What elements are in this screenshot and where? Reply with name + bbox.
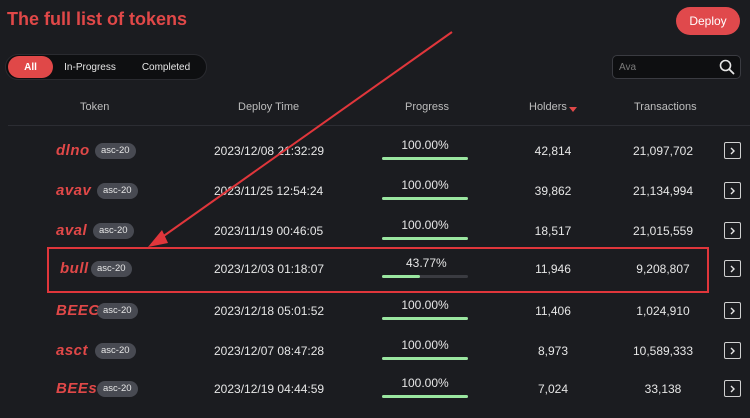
- table-row[interactable]: BEEG asc-20 2023/12/18 05:01:52 100.00% …: [0, 294, 750, 334]
- standard-badge: asc-20: [91, 261, 132, 277]
- holders-count: 42,814: [534, 144, 572, 158]
- transactions-count: 10,589,333: [632, 344, 694, 358]
- deploy-time: 2023/11/25 12:54:24: [214, 184, 324, 198]
- deploy-time: 2023/12/08 21:32:29: [214, 144, 325, 158]
- progress-bar: [382, 357, 468, 360]
- transactions-count: 33,138: [644, 382, 682, 396]
- standard-badge: asc-20: [93, 223, 134, 239]
- column-holders[interactable]: Holders: [529, 101, 567, 113]
- standard-badge: asc-20: [97, 381, 138, 397]
- token-name[interactable]: bull: [60, 260, 89, 277]
- progress-bar: [382, 237, 468, 240]
- token-name[interactable]: BEEG: [56, 302, 101, 319]
- standard-badge: asc-20: [97, 303, 138, 319]
- progress-text: 100.00%: [401, 376, 449, 390]
- progress-text: 100.00%: [401, 178, 449, 192]
- holders-count: 11,406: [535, 304, 571, 318]
- table-row[interactable]: aval asc-20 2023/11/19 00:46:05 100.00% …: [0, 214, 750, 254]
- table-row[interactable]: BEEs asc-20 2023/12/19 04:44:59 100.00% …: [0, 372, 750, 412]
- progress-bar: [382, 395, 468, 398]
- chevron-right-icon[interactable]: [724, 302, 741, 319]
- column-deploy-time[interactable]: Deploy Time: [238, 101, 299, 113]
- search-input[interactable]: [619, 59, 719, 76]
- progress-text: 100.00%: [401, 138, 449, 152]
- table-row[interactable]: dlno asc-20 2023/12/08 21:32:29 100.00% …: [0, 134, 750, 174]
- table-row[interactable]: bull asc-20 2023/12/03 01:18:07 43.77% 1…: [0, 252, 750, 292]
- table-row[interactable]: avav asc-20 2023/11/25 12:54:24 100.00% …: [0, 174, 750, 214]
- transactions-count: 21,015,559: [632, 224, 694, 238]
- standard-badge: asc-20: [95, 143, 136, 159]
- token-name[interactable]: dlno: [56, 142, 90, 159]
- search-box: [612, 55, 741, 79]
- filter-tabs: All In-Progress Completed: [5, 54, 207, 80]
- token-name[interactable]: BEEs: [56, 380, 97, 397]
- tab-in-progress[interactable]: In-Progress: [53, 56, 127, 78]
- deploy-button[interactable]: Deploy: [676, 7, 740, 35]
- progress-bar: [382, 317, 468, 320]
- holders-count: 39,862: [534, 184, 572, 198]
- chevron-right-icon[interactable]: [724, 222, 741, 239]
- column-progress[interactable]: Progress: [405, 101, 449, 113]
- progress-bar: [382, 197, 468, 200]
- table-header: Token Deploy Time Progress Holders Trans…: [0, 96, 750, 122]
- progress-text: 100.00%: [401, 298, 449, 312]
- table-row[interactable]: asct asc-20 2023/12/07 08:47:28 100.00% …: [0, 334, 750, 374]
- holders-count: 11,946: [535, 262, 571, 276]
- tab-completed[interactable]: Completed: [127, 56, 205, 78]
- token-name[interactable]: aval: [56, 222, 87, 239]
- transactions-count: 9,208,807: [636, 262, 690, 276]
- chevron-right-icon[interactable]: [724, 342, 741, 359]
- deploy-time: 2023/12/18 05:01:52: [214, 304, 325, 318]
- deploy-time: 2023/12/03 01:18:07: [214, 262, 325, 276]
- sort-desc-icon[interactable]: [569, 104, 577, 116]
- token-name[interactable]: asct: [56, 342, 88, 359]
- search-icon[interactable]: [718, 58, 736, 76]
- chevron-right-icon[interactable]: [724, 260, 741, 277]
- token-name[interactable]: avav: [56, 182, 91, 199]
- chevron-right-icon[interactable]: [724, 142, 741, 159]
- deploy-time: 2023/12/19 04:44:59: [214, 382, 325, 396]
- tab-all[interactable]: All: [8, 56, 53, 78]
- column-transactions[interactable]: Transactions: [634, 101, 697, 113]
- deploy-time: 2023/11/19 00:46:05: [214, 224, 324, 238]
- progress-text: 100.00%: [401, 338, 449, 352]
- chevron-right-icon[interactable]: [724, 380, 741, 397]
- transactions-count: 21,097,702: [632, 144, 694, 158]
- header-divider: [8, 125, 750, 126]
- transactions-count: 21,134,994: [632, 184, 694, 198]
- transactions-count: 1,024,910: [636, 304, 690, 318]
- column-token: Token: [80, 101, 110, 113]
- holders-count: 18,517: [534, 224, 572, 238]
- chevron-right-icon[interactable]: [724, 182, 741, 199]
- deploy-time: 2023/12/07 08:47:28: [214, 344, 325, 358]
- progress-text: 100.00%: [401, 218, 449, 232]
- progress-bar: [382, 275, 468, 278]
- standard-badge: asc-20: [95, 343, 136, 359]
- progress-text: 43.77%: [406, 256, 447, 270]
- holders-count: 8,973: [537, 344, 569, 358]
- page-title: The full list of tokens: [7, 9, 188, 29]
- standard-badge: asc-20: [97, 183, 138, 199]
- progress-bar: [382, 157, 468, 160]
- holders-count: 7,024: [537, 382, 569, 396]
